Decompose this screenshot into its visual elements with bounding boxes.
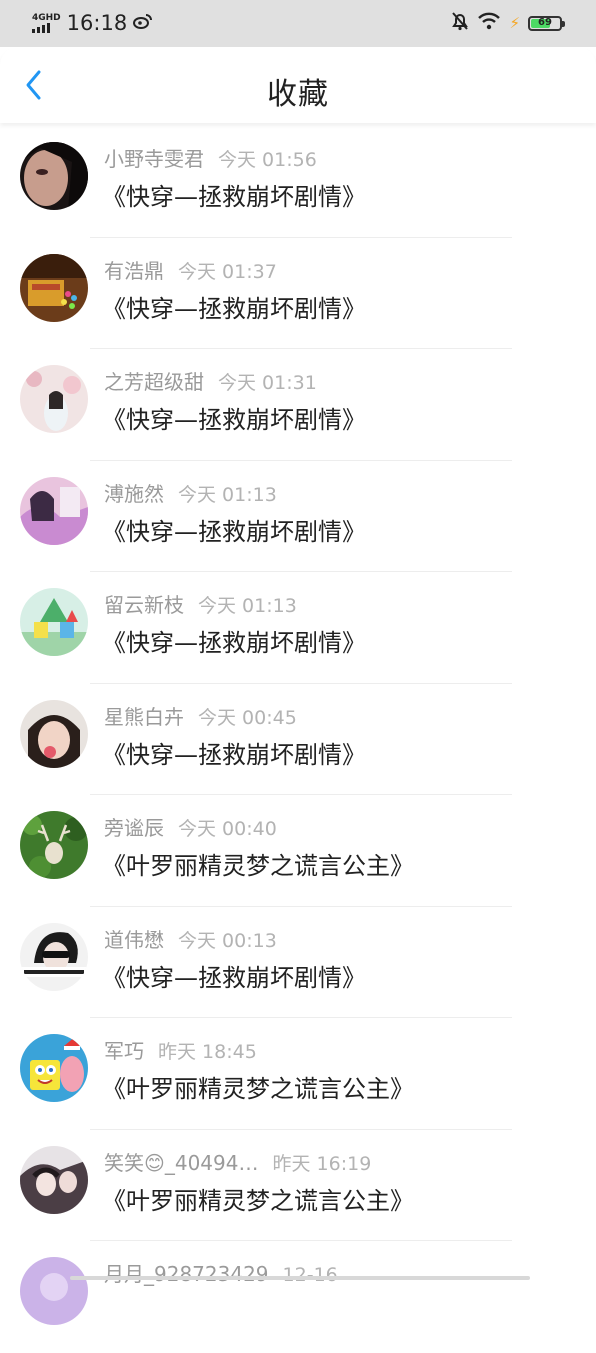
book-title[interactable]: 《快穿—拯救崩坏剧情》 bbox=[102, 962, 366, 994]
weibo-icon bbox=[133, 13, 153, 33]
user-name[interactable]: 旁谧辰 bbox=[104, 816, 164, 840]
timestamp: 今天 01:13 bbox=[178, 483, 277, 506]
avatar[interactable] bbox=[20, 365, 88, 433]
user-name[interactable]: 有浩鼎 bbox=[104, 259, 164, 283]
book-title[interactable]: 《快穿—拯救崩坏剧情》 bbox=[102, 404, 366, 436]
list-item[interactable]: 溥施然 今天 01:13 《快穿—拯救崩坏剧情》 bbox=[0, 461, 596, 572]
avatar[interactable] bbox=[20, 811, 88, 879]
timestamp: 12-16 bbox=[282, 1264, 338, 1286]
user-name[interactable]: 月月_928723429 bbox=[104, 1262, 269, 1286]
user-name[interactable]: 之芳超级甜 bbox=[104, 370, 204, 394]
avatar[interactable] bbox=[20, 253, 88, 322]
wifi-icon bbox=[477, 12, 501, 34]
avatar[interactable] bbox=[20, 922, 88, 991]
status-bar: 4GHD 16:18 ⚡ 69 bbox=[0, 0, 596, 47]
user-name[interactable]: 溥施然 bbox=[104, 482, 164, 506]
page-title: 收藏 bbox=[267, 77, 329, 112]
battery-icon: 69 bbox=[528, 15, 565, 31]
title-bar: 收藏 bbox=[0, 47, 596, 123]
timestamp: 今天 01:13 bbox=[198, 595, 297, 617]
list-item[interactable]: 道伟懋 今天 00:13 《快穿—拯救崩坏剧情》 bbox=[0, 907, 596, 1018]
avatar[interactable] bbox=[20, 1034, 88, 1102]
user-name[interactable]: 星熊白卉 bbox=[104, 705, 184, 729]
charging-bolt-icon: ⚡ bbox=[509, 14, 520, 32]
timestamp: 今天 01:31 bbox=[218, 372, 317, 394]
list-item[interactable]: 旁谧辰 今天 00:40 《叶罗丽精灵梦之谎言公主》 bbox=[0, 795, 596, 907]
book-title[interactable]: 《叶罗丽精灵梦之谎言公主》 bbox=[102, 1185, 414, 1217]
list-item[interactable]: 小野寺雯君 今天 01:56 《快穿—拯救崩坏剧情》 bbox=[0, 126, 596, 238]
user-name[interactable]: 小野寺雯君 bbox=[104, 147, 204, 171]
list-item[interactable]: 军巧 昨天 18:45 《叶罗丽精灵梦之谎言公主》 bbox=[0, 1018, 596, 1130]
book-title[interactable]: 《快穿—拯救崩坏剧情》 bbox=[102, 516, 366, 548]
timestamp: 今天 00:13 bbox=[178, 929, 277, 952]
status-time: 16:18 bbox=[66, 11, 128, 35]
favorites-list[interactable]: 小野寺雯君 今天 01:56 《快穿—拯救崩坏剧情》 有浩鼎 今天 01:37 《快… bbox=[0, 126, 596, 1353]
timestamp: 昨天 16:19 bbox=[272, 1152, 372, 1175]
cellular-signal-icon: 4GHD bbox=[32, 12, 61, 33]
avatar[interactable] bbox=[20, 476, 88, 545]
timestamp: 今天 00:40 bbox=[178, 818, 277, 840]
user-name[interactable]: 军巧 bbox=[104, 1039, 144, 1063]
book-title[interactable]: 《叶罗丽精灵梦之谎言公主》 bbox=[102, 1073, 414, 1105]
timestamp: 今天 01:56 bbox=[218, 149, 317, 171]
avatar[interactable] bbox=[20, 1145, 88, 1214]
book-title[interactable]: 《叶罗丽精灵梦之谎言公主》 bbox=[102, 850, 414, 882]
book-title[interactable]: 《快穿—拯救崩坏剧情》 bbox=[102, 627, 366, 659]
home-indicator bbox=[70, 1276, 530, 1280]
book-title[interactable]: 《快穿—拯救崩坏剧情》 bbox=[102, 739, 366, 771]
user-name[interactable]: 道伟懋 bbox=[104, 928, 164, 952]
timestamp: 昨天 18:45 bbox=[158, 1041, 257, 1063]
list-item[interactable]: 留云新枝 今天 01:13 《快穿—拯救崩坏剧情》 bbox=[0, 572, 596, 684]
book-title[interactable]: 《快穿—拯救崩坏剧情》 bbox=[102, 181, 366, 213]
network-type-label: 4GHD bbox=[32, 12, 61, 23]
avatar[interactable] bbox=[20, 1257, 88, 1325]
list-item[interactable]: 月月_928723429 12-16 bbox=[0, 1241, 596, 1353]
timestamp: 今天 01:37 bbox=[178, 260, 277, 283]
avatar[interactable] bbox=[20, 588, 88, 656]
mute-bell-icon bbox=[451, 11, 469, 35]
user-name[interactable]: 笑笑😊_40494… bbox=[104, 1151, 258, 1175]
avatar[interactable] bbox=[20, 142, 88, 210]
user-name[interactable]: 留云新枝 bbox=[104, 593, 184, 617]
avatar[interactable] bbox=[20, 699, 88, 768]
book-title[interactable]: 《快穿—拯救崩坏剧情》 bbox=[102, 293, 366, 325]
list-item[interactable]: 有浩鼎 今天 01:37 《快穿—拯救崩坏剧情》 bbox=[0, 238, 596, 349]
timestamp: 今天 00:45 bbox=[198, 706, 297, 729]
list-item[interactable]: 笑笑😊_40494… 昨天 16:19 《叶罗丽精灵梦之谎言公主》 bbox=[0, 1130, 596, 1241]
list-item[interactable]: 星熊白卉 今天 00:45 《快穿—拯救崩坏剧情》 bbox=[0, 684, 596, 795]
battery-percent: 69 bbox=[538, 16, 552, 28]
list-item[interactable]: 之芳超级甜 今天 01:31 《快穿—拯救崩坏剧情》 bbox=[0, 349, 596, 461]
